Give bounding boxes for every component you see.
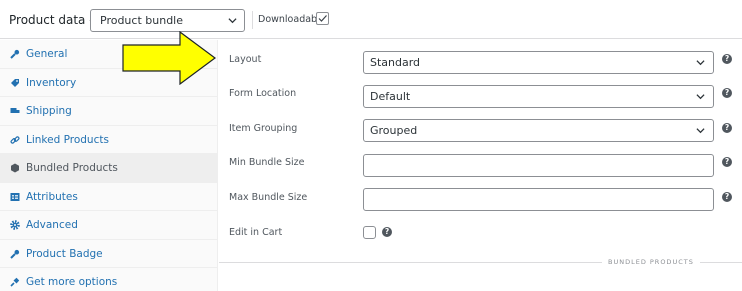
tab-label: Shipping bbox=[26, 105, 72, 117]
header-separator bbox=[252, 11, 253, 29]
tab-label: Inventory bbox=[26, 76, 77, 89]
chevron-down-icon bbox=[696, 60, 705, 66]
wrench-icon bbox=[10, 249, 20, 259]
hexagon-icon bbox=[11, 163, 19, 173]
help-icon[interactable]: ? bbox=[722, 192, 732, 202]
truck-icon bbox=[10, 108, 20, 113]
tab-advanced[interactable]: Advanced bbox=[0, 211, 218, 240]
tab-label: Advanced bbox=[26, 219, 78, 231]
wrench-icon bbox=[10, 49, 20, 59]
tag-icon bbox=[11, 78, 19, 87]
help-icon[interactable]: ? bbox=[722, 88, 732, 98]
product-data-header: Product data — Product bundle Downloadab… bbox=[0, 0, 742, 39]
tab-label: General bbox=[26, 48, 68, 60]
item-grouping-select[interactable]: Grouped bbox=[363, 119, 714, 142]
tab-label: Get more options bbox=[26, 276, 118, 288]
layout-label: Layout bbox=[229, 54, 262, 65]
edit-in-cart-label: Edit in Cart bbox=[229, 227, 283, 238]
min-bundle-size-input[interactable] bbox=[363, 154, 714, 177]
tab-shipping[interactable]: Shipping bbox=[0, 97, 218, 126]
edit-in-cart-checkbox[interactable] bbox=[363, 226, 376, 239]
tab-get-more-options[interactable]: Get more options bbox=[0, 268, 218, 291]
max-bundle-size-input[interactable] bbox=[363, 188, 714, 211]
form-location-label: Form Location bbox=[229, 88, 297, 99]
layout-value: Standard bbox=[370, 56, 421, 69]
tab-label: Product Badge bbox=[26, 247, 103, 260]
tab-label: Linked Products bbox=[26, 133, 109, 146]
annotation-arrow-icon bbox=[122, 31, 217, 85]
plugin-icon bbox=[10, 277, 20, 287]
product-type-value: Product bundle bbox=[100, 14, 183, 27]
section-divider-right bbox=[700, 262, 742, 263]
tab-label: Bundled Products bbox=[26, 162, 118, 174]
layout-select[interactable]: Standard bbox=[363, 51, 714, 74]
chevron-down-icon bbox=[696, 128, 705, 134]
tab-bundled-products[interactable]: Bundled Products bbox=[0, 154, 218, 183]
table-icon bbox=[10, 192, 20, 201]
help-icon[interactable]: ? bbox=[722, 123, 732, 133]
form-location-value: Default bbox=[370, 90, 411, 103]
help-icon[interactable]: ? bbox=[382, 227, 392, 237]
tab-label: Attributes bbox=[26, 190, 78, 203]
link-icon bbox=[10, 135, 20, 144]
checkmark-icon bbox=[318, 15, 327, 22]
section-divider-left bbox=[219, 262, 602, 263]
gear-icon bbox=[10, 220, 20, 230]
product-data-title: Product data — bbox=[9, 13, 102, 27]
product-type-select[interactable]: Product bundle bbox=[90, 9, 245, 32]
tab-product-badge[interactable]: Product Badge bbox=[0, 240, 218, 268]
help-icon[interactable]: ? bbox=[722, 54, 732, 64]
bundled-products-section-label: BUNDLED PRODUCTS bbox=[608, 258, 694, 266]
item-grouping-label: Item Grouping bbox=[229, 123, 298, 134]
form-location-select[interactable]: Default bbox=[363, 85, 714, 108]
item-grouping-value: Grouped bbox=[370, 124, 418, 137]
help-icon[interactable]: ? bbox=[722, 157, 732, 167]
tab-attributes[interactable]: Attributes bbox=[0, 183, 218, 211]
tab-linked-products[interactable]: Linked Products bbox=[0, 126, 218, 154]
downloadable-checkbox[interactable] bbox=[316, 12, 329, 25]
chevron-down-icon bbox=[696, 94, 705, 100]
chevron-down-icon bbox=[228, 18, 237, 24]
max-bundle-size-label: Max Bundle Size bbox=[229, 192, 308, 203]
min-bundle-size-label: Min Bundle Size bbox=[229, 157, 305, 168]
